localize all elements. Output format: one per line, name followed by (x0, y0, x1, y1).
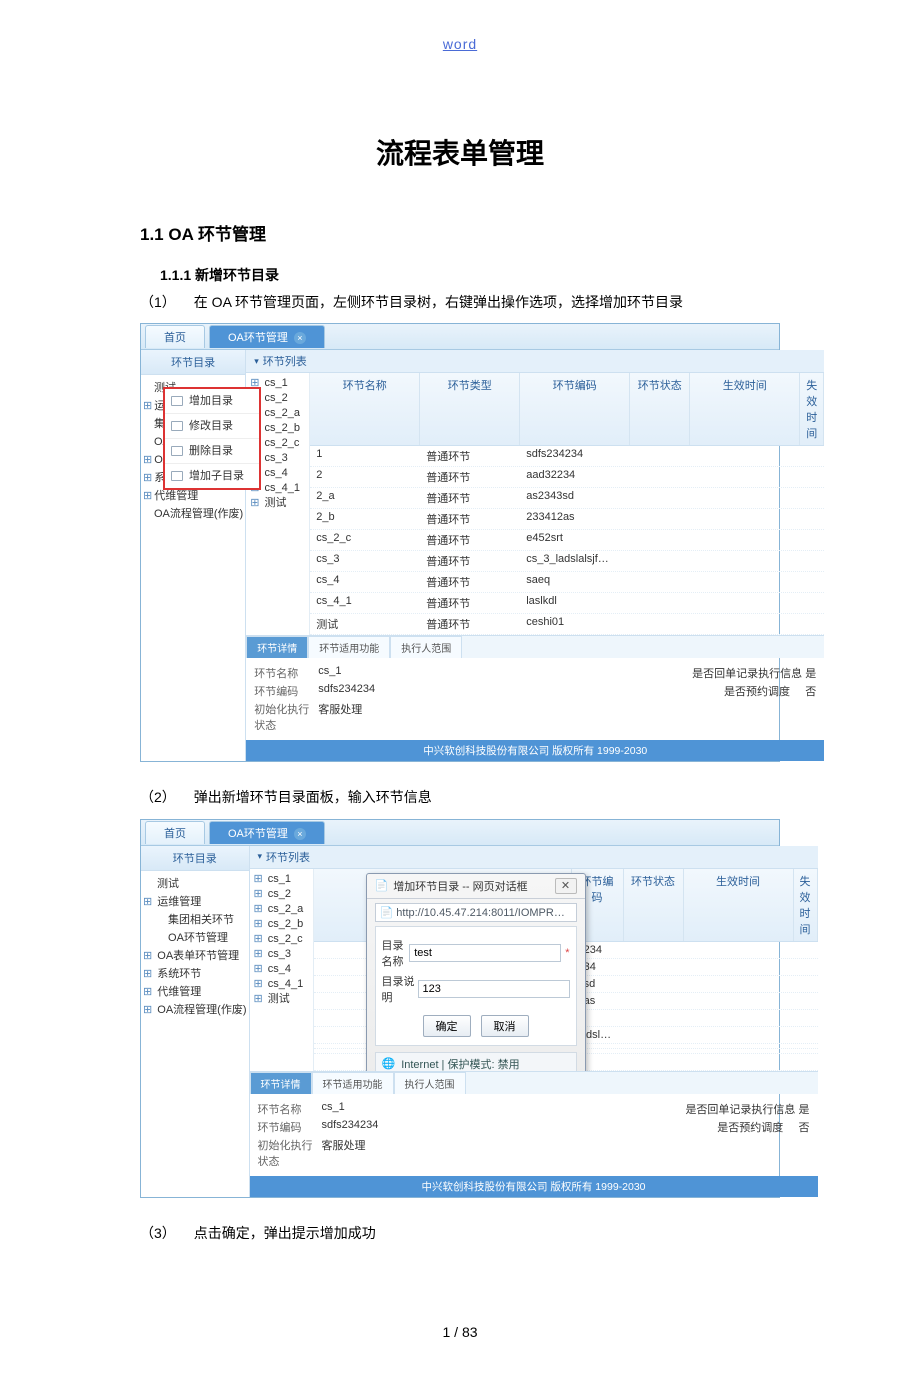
required-mark: * (565, 947, 569, 959)
dialog-status: 🌐Internet | 保护模式: 禁用 (375, 1052, 577, 1071)
page-icon: 📄 (380, 907, 394, 919)
dialog-title: 增加环节目录 -- 网页对话框 (393, 878, 527, 894)
globe-icon: 🌐 (382, 1057, 396, 1070)
app-footer: 中兴软创科技股份有限公司 版权所有 1999-2030 (250, 1176, 818, 1197)
detail-tabs: 环节详情 环节适用功能 执行人范围 (250, 1071, 818, 1094)
ctx-edit-folder[interactable]: 修改目录 (165, 414, 259, 439)
tab-home[interactable]: 首页 (145, 821, 205, 844)
folder-name-input[interactable] (409, 944, 561, 962)
ctx-add-subfolder[interactable]: 增加子目录 (165, 464, 259, 488)
table-row[interactable]: cs_3普通环节cs_3_ladslalsjf… (310, 551, 824, 572)
detail-panel: 环节名称cs_1 环节编码sdfs234234 初始化执行状态客服处理 是否回单… (250, 1094, 818, 1176)
tab-oa[interactable]: OA环节管理× (209, 325, 325, 348)
tab-detail[interactable]: 环节详情 (246, 636, 308, 658)
tab-detail[interactable]: 环节详情 (250, 1072, 312, 1094)
close-icon[interactable]: × (294, 332, 306, 344)
folder-icon (171, 471, 183, 481)
sidebar: 环节目录 测试⊞ 运维管理 集团相关环节 OA环节管理⊞ OA表单环节管理⊞ 系… (141, 846, 250, 1197)
folder-icon (171, 446, 183, 456)
subtree-item[interactable]: ⊞ 测试 (250, 496, 305, 511)
screenshot-2: 首页 OA环节管理× 环节目录 测试⊞ 运维管理 集团相关环节 OA环节管理⊞ … (140, 819, 780, 1198)
catalog-tree[interactable]: 测试⊞ 运维管理 集团相关环节 OA环节管理⊞ OA表单环节管理⊞ 系统环节⊞ … (141, 871, 249, 1023)
step-3: （3）点击确定，弹出提示增加成功 (140, 1222, 920, 1244)
tab-func[interactable]: 环节适用功能 (308, 636, 390, 658)
subtree-item[interactable]: ⊞ cs_2 (254, 887, 309, 902)
chevron-down-icon: ▾ (254, 356, 259, 367)
add-folder-dialog: 📄 增加环节目录 -- 网页对话框 ✕ 📄 http://10.45.47.214… (366, 873, 586, 1071)
chevron-down-icon: ▾ (258, 851, 263, 862)
catalog-title: 环节目录 (141, 350, 245, 375)
ctx-delete-folder[interactable]: 删除目录 (165, 439, 259, 464)
section-1-1-1: 1.1.1 新增环节目录 (160, 265, 920, 285)
screenshot-1: 首页 OA环节管理× 环节目录 测试 ⊞运维…… 集团 OA ⊞OA…… ⊞系统… (140, 323, 780, 762)
name-label: 目录名称 (382, 937, 410, 969)
tree-item[interactable]: 集团相关环节 (143, 911, 247, 929)
tab-bar: 首页 OA环节管理× (141, 324, 779, 350)
desc-label: 目录说明 (382, 973, 418, 1005)
dialog-close-button[interactable]: ✕ (555, 878, 577, 894)
subtree[interactable]: ⊞ cs_1⊞ cs_2⊞ cs_2_a⊞ cs_2_b⊞ cs_2_c⊞ cs… (250, 869, 314, 1071)
list-title: ▾环节列表 (250, 846, 818, 869)
tree-item[interactable]: ⊞ OA流程管理(作废) (143, 1001, 247, 1019)
context-menu: 增加目录 修改目录 删除目录 增加子目录 (163, 387, 261, 490)
table-row[interactable]: 1普通环节sdfs234234 (310, 446, 824, 467)
tab-func[interactable]: 环节适用功能 (312, 1072, 394, 1094)
tree-item[interactable]: ⊞ OA表单环节管理 (143, 947, 247, 965)
cancel-button[interactable]: 取消 (481, 1015, 529, 1037)
grid-header: 环节名称环节类型环节编码环节状态生效时间失效时间 (310, 373, 824, 446)
tree-item[interactable]: ⊞ 运维管理 (143, 893, 247, 911)
detail-tabs: 环节详情 环节适用功能 执行人范围 (246, 635, 824, 658)
folder-desc-input[interactable] (418, 980, 570, 998)
tab-home[interactable]: 首页 (145, 325, 205, 348)
tree-item[interactable]: ⊞ 代维管理 (143, 983, 247, 1001)
subtree-item[interactable]: ⊞ cs_3 (254, 947, 309, 962)
page-icon: 📄 (375, 879, 389, 892)
tree-item[interactable]: 测试 (143, 875, 247, 893)
tree-item[interactable]: ⊞ 系统环节 (143, 965, 247, 983)
step-2: （2）弹出新增环节目录面板，输入环节信息 (140, 786, 920, 808)
folder-icon (171, 396, 183, 406)
ctx-add-folder[interactable]: 增加目录 (165, 389, 259, 414)
subtree-item[interactable]: ⊞ 测试 (254, 992, 309, 1007)
detail-panel: 环节名称cs_1 环节编码sdfs234234 初始化执行状态客服处理 是否回单… (246, 658, 824, 740)
list-title: ▾环节列表 (246, 350, 824, 373)
dialog-url: 📄 http://10.45.47.214:8011/IOMPROJ/oa/ta… (375, 903, 577, 922)
subtree-item[interactable]: ⊞ cs_4 (254, 962, 309, 977)
tab-exec[interactable]: 执行人范围 (394, 1072, 466, 1094)
table-row[interactable]: 2_b普通环节233412as (310, 509, 824, 530)
sidebar: 环节目录 测试 ⊞运维…… 集团 OA ⊞OA…… ⊞系统环节 ⊞代维管理 OA… (141, 350, 246, 761)
app-footer: 中兴软创科技股份有限公司 版权所有 1999-2030 (246, 740, 824, 761)
subtree-item[interactable]: ⊞ cs_2_b (254, 917, 309, 932)
step-1: （1）在 OA 环节管理页面，左侧环节目录树，右键弹出操作选项，选择增加环节目录 (140, 291, 920, 313)
folder-icon (171, 421, 183, 431)
catalog-tree[interactable]: 测试 ⊞运维…… 集团 OA ⊞OA…… ⊞系统环节 ⊞代维管理 OA流程管理(… (141, 375, 245, 527)
tab-oa[interactable]: OA环节管理× (209, 821, 325, 844)
subtree-item[interactable]: ⊞ cs_2_a (254, 902, 309, 917)
table-row[interactable]: cs_4普通环节saeq (310, 572, 824, 593)
ok-button[interactable]: 确定 (423, 1015, 471, 1037)
doc-title: 流程表单管理 (0, 132, 920, 172)
subtree-item[interactable]: ⊞ cs_4_1 (254, 977, 309, 992)
grid: 环节编码环节状态生效时间失效时间 42342348sd2asrtladslals… (314, 869, 818, 1071)
subtree-item[interactable]: ⊞ cs_2_c (254, 932, 309, 947)
catalog-title: 环节目录 (141, 846, 249, 871)
page-number: 1 / 83 (0, 1324, 920, 1340)
table-row[interactable]: cs_2_c普通环节e452srt (310, 530, 824, 551)
tab-bar: 首页 OA环节管理× (141, 820, 779, 846)
table-row[interactable]: 2普通环节aad32234 (310, 467, 824, 488)
grid: 环节名称环节类型环节编码环节状态生效时间失效时间 1普通环节sdfs234234… (310, 373, 824, 635)
header-link[interactable]: word (0, 36, 920, 52)
close-icon[interactable]: × (294, 828, 306, 840)
section-1-1: 1.1 OA 环节管理 (140, 220, 920, 245)
table-row[interactable]: 测试普通环节ceshi01 (310, 614, 824, 635)
tab-exec[interactable]: 执行人范围 (390, 636, 462, 658)
table-row[interactable]: cs_4_1普通环节laslkdl (310, 593, 824, 614)
tree-item[interactable]: OA环节管理 (143, 929, 247, 947)
subtree-item[interactable]: ⊞ cs_1 (254, 872, 309, 887)
table-row[interactable]: 2_a普通环节as2343sd (310, 488, 824, 509)
